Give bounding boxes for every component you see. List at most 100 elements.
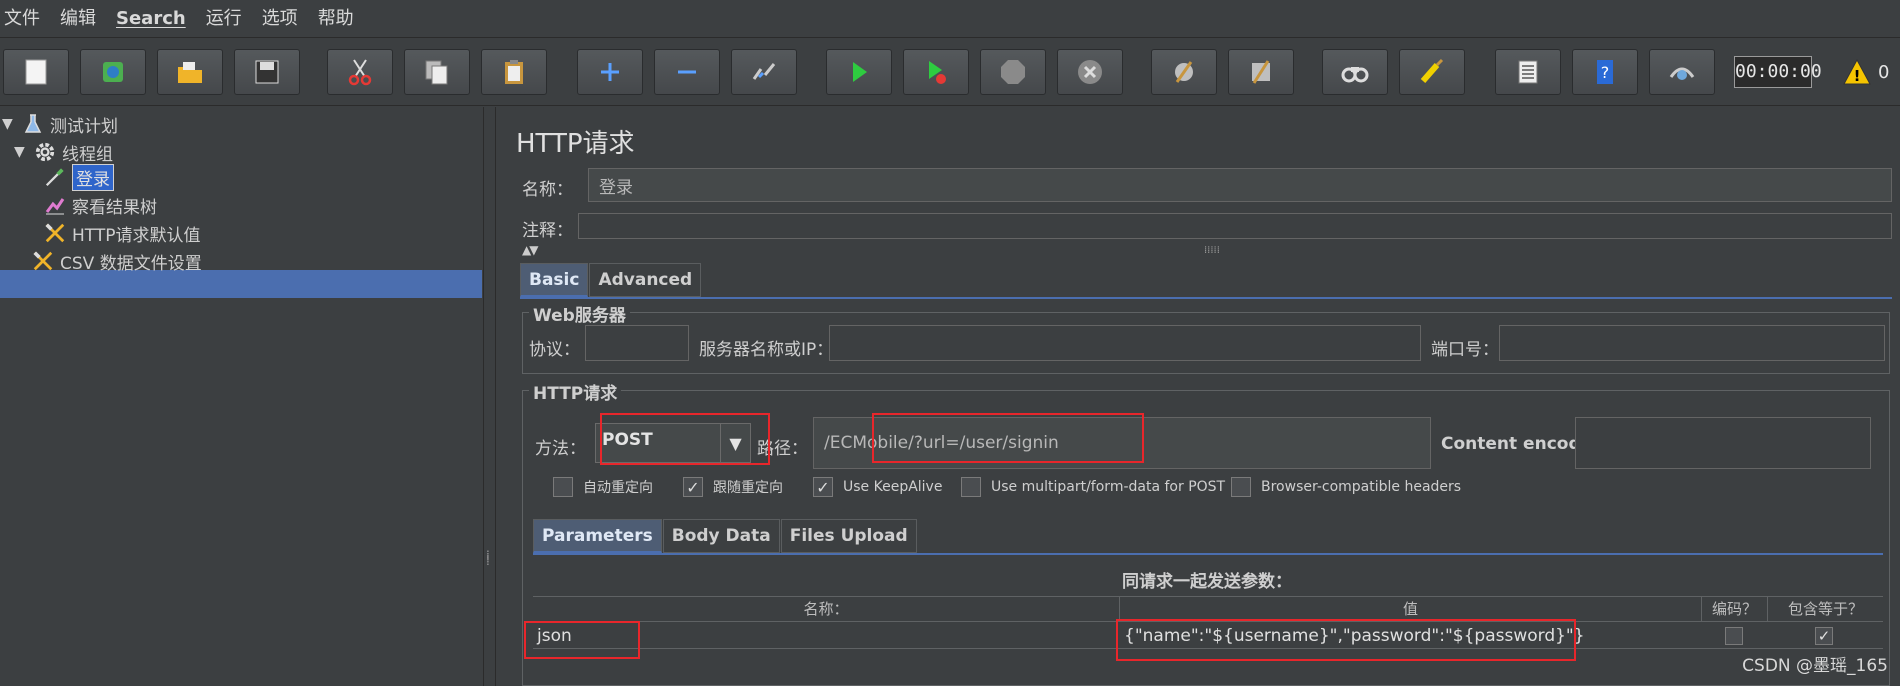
name-input[interactable]: 登录 xyxy=(588,168,1892,202)
tree-item-label: 察看结果树 xyxy=(72,197,157,218)
name-label: 名称： xyxy=(522,180,573,200)
path-input[interactable]: /ECMobile/?url=/user/signin xyxy=(813,417,1431,469)
checkbox[interactable] xyxy=(553,477,573,497)
copy-button[interactable] xyxy=(404,49,470,95)
tree-item-login[interactable]: 登录 xyxy=(44,163,114,191)
checkbox[interactable] xyxy=(961,477,981,497)
tree-item-http-defaults[interactable]: HTTP请求默认值 xyxy=(44,219,201,247)
expand-icon xyxy=(601,63,619,81)
help-icon: ? xyxy=(1597,60,1613,84)
port-input[interactable] xyxy=(1499,325,1885,361)
protocol-input[interactable] xyxy=(585,325,689,361)
column-header-value[interactable]: 值 xyxy=(1120,597,1702,621)
start-no-pause-icon xyxy=(929,61,946,84)
start-no-pauses-button[interactable] xyxy=(903,49,969,95)
function-helper-button[interactable] xyxy=(1495,49,1561,95)
open-button[interactable] xyxy=(157,49,223,95)
checkmark-icon[interactable]: ✓ xyxy=(1815,627,1833,645)
resize-grip-icon[interactable]: ⁞⁞⁞⁞⁞ xyxy=(1204,245,1220,256)
search-button[interactable] xyxy=(1322,49,1388,95)
svg-text:?: ? xyxy=(1601,63,1610,82)
option-label: Use multipart/form-data for POST xyxy=(991,479,1226,495)
collapse-all-button[interactable] xyxy=(654,49,720,95)
remote-button[interactable] xyxy=(1649,49,1715,95)
menu-edit[interactable]: 编辑 xyxy=(50,0,106,38)
tree-item-csv-config[interactable]: CSV 数据文件设置 xyxy=(32,247,202,275)
shutdown-button[interactable] xyxy=(1057,49,1123,95)
option-browser-headers[interactable]: Browser-compatible headers xyxy=(1231,477,1461,497)
checkmark-icon[interactable]: ✓ xyxy=(813,477,833,497)
option-keepalive[interactable]: ✓ Use KeepAlive xyxy=(813,477,942,497)
menu-help[interactable]: 帮助 xyxy=(308,0,364,38)
clear-button[interactable] xyxy=(1151,49,1217,95)
column-header-include-equals[interactable]: 包含等于？ xyxy=(1768,597,1883,621)
comment-input[interactable] xyxy=(578,213,1892,239)
method-value: POST xyxy=(602,430,653,450)
reset-search-button[interactable] xyxy=(1399,49,1465,95)
tree-item-thread-group[interactable]: ▼ 线程组 xyxy=(14,138,113,166)
tree-item-view-results-tree[interactable]: 察看结果树 xyxy=(44,191,157,219)
paste-icon xyxy=(505,60,523,84)
paste-button[interactable] xyxy=(481,49,547,95)
menu-bar: 文件 编辑 Search 运行 选项 帮助 xyxy=(0,0,1900,38)
column-header-encode[interactable]: 编码？ xyxy=(1702,597,1768,621)
templates-icon xyxy=(103,62,123,82)
server-input[interactable] xyxy=(829,325,1421,361)
start-icon xyxy=(853,62,867,82)
save-button[interactable] xyxy=(234,49,300,95)
option-follow-redirect[interactable]: ✓ 跟随重定向 xyxy=(683,477,783,497)
option-multipart[interactable]: Use multipart/form-data for POST xyxy=(961,477,1225,497)
collapse-icon xyxy=(678,70,696,74)
menu-options[interactable]: 选项 xyxy=(252,0,308,38)
tab-basic[interactable]: Basic xyxy=(520,263,589,297)
menu-run[interactable]: 运行 xyxy=(196,0,252,38)
expand-all-button[interactable] xyxy=(577,49,643,95)
templates-button[interactable] xyxy=(80,49,146,95)
chevron-down-icon[interactable]: ▼ xyxy=(720,424,750,462)
content-encoding-input[interactable] xyxy=(1575,417,1871,469)
param-name-cell[interactable]: json xyxy=(533,622,572,650)
column-header-name[interactable]: 名称： xyxy=(533,597,1120,621)
table-row[interactable]: json {"name":"${username}","password":"$… xyxy=(533,621,1883,649)
tab-parameters[interactable]: Parameters xyxy=(533,519,662,553)
protocol-label: 协议： xyxy=(529,340,580,360)
collapse-arrows-icon[interactable]: ▲▼ xyxy=(522,243,539,257)
option-label: Browser-compatible headers xyxy=(1261,479,1462,495)
encode-checkbox[interactable] xyxy=(1725,627,1743,645)
copy-icon xyxy=(425,60,448,85)
param-value-cell[interactable]: {"name":"${username}","password":"${pass… xyxy=(1120,622,1585,650)
toggle-icon xyxy=(752,63,776,80)
checkbox[interactable] xyxy=(1231,477,1251,497)
option-auto-redirect[interactable]: 自动重定向 xyxy=(553,477,653,497)
tree-item-label: CSV 数据文件设置 xyxy=(60,253,202,274)
expand-toggle-icon[interactable]: ▼ xyxy=(14,144,28,160)
help-button[interactable]: ? xyxy=(1572,49,1638,95)
split-pane-divider[interactable]: ⁞ ⁞ xyxy=(484,107,496,686)
checkmark-icon[interactable]: ✓ xyxy=(683,477,703,497)
expand-toggle-icon[interactable]: ▼ xyxy=(2,116,16,132)
http-request-group: HTTP请求 方法： POST ▼ 路径： /ECMobile/?url=/us… xyxy=(522,379,1890,686)
flask-icon xyxy=(22,113,44,135)
tab-files-upload[interactable]: Files Upload xyxy=(780,519,917,553)
stop-button[interactable] xyxy=(980,49,1046,95)
tab-body-data[interactable]: Body Data xyxy=(662,519,780,553)
params-caption: 同请求一起发送参数： xyxy=(1122,572,1292,592)
toggle-button[interactable] xyxy=(731,49,797,95)
elapsed-timer: 00:00:00 xyxy=(1734,56,1822,88)
start-button[interactable] xyxy=(826,49,892,95)
option-label: 跟随重定向 xyxy=(713,480,783,496)
menu-file[interactable]: 文件 xyxy=(0,0,50,38)
menu-search[interactable]: Search xyxy=(106,0,196,38)
tree-item-test-plan[interactable]: ▼ 测试计划 xyxy=(2,110,118,138)
wrench-icon xyxy=(32,250,54,272)
warning-indicator[interactable]: ! 0 xyxy=(1842,56,1889,88)
clear-all-button[interactable] xyxy=(1228,49,1294,95)
new-button[interactable] xyxy=(3,49,69,95)
method-select[interactable]: POST ▼ xyxy=(595,423,751,463)
cut-button[interactable] xyxy=(327,49,393,95)
option-label: 自动重定向 xyxy=(583,480,653,496)
shutdown-icon xyxy=(1078,60,1102,84)
web-server-title: Web服务器 xyxy=(529,301,630,326)
web-server-group: Web服务器 协议： 服务器名称或IP： 端口号： xyxy=(522,301,1890,374)
tab-advanced[interactable]: Advanced xyxy=(589,263,702,297)
